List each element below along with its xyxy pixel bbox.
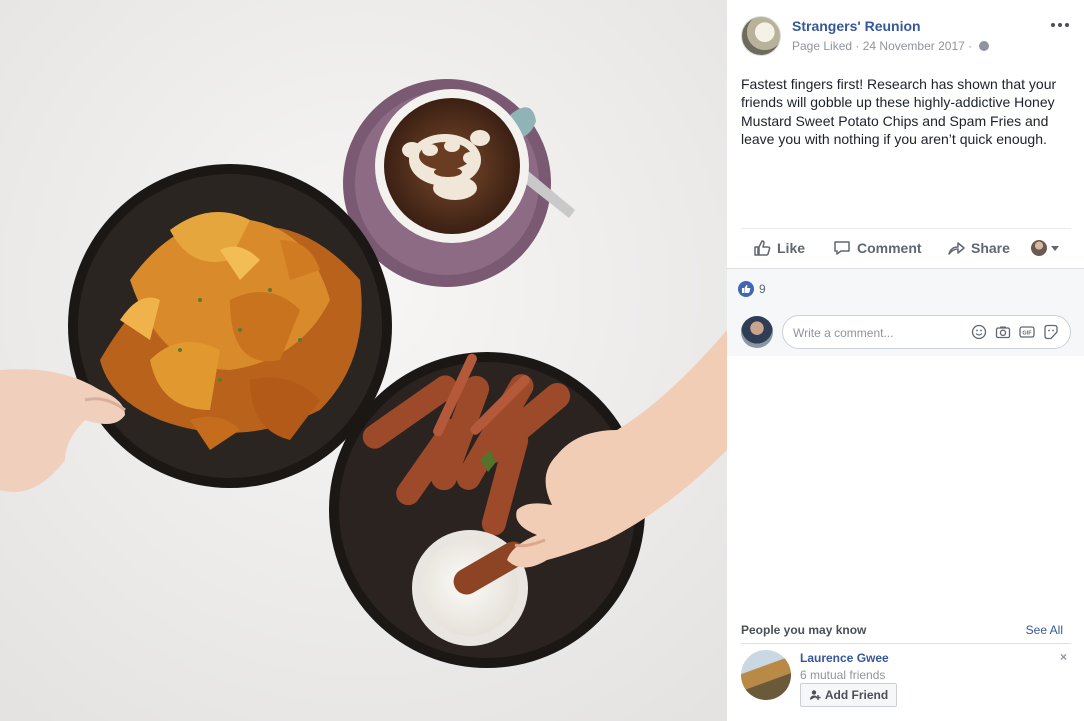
close-icon[interactable]: × bbox=[1060, 650, 1067, 664]
comment-label: Comment bbox=[857, 240, 922, 256]
page-liked-status: Page Liked bbox=[792, 39, 853, 53]
page-name-link[interactable]: Strangers' Reunion bbox=[792, 18, 921, 34]
post-meta: Page Liked · 24 November 2017 · bbox=[792, 39, 989, 53]
like-label: Like bbox=[777, 240, 806, 256]
chevron-down-icon bbox=[1051, 245, 1059, 251]
post-photo[interactable] bbox=[0, 0, 727, 721]
like-button[interactable]: Like bbox=[753, 229, 805, 267]
add-friend-label: Add Friend bbox=[824, 688, 889, 702]
friend-suggestion: Laurence Gwee 6 mutual friends Add Frien… bbox=[741, 650, 1071, 710]
comment-bubble-icon bbox=[834, 241, 850, 255]
comment-box[interactable]: GIF bbox=[782, 315, 1071, 349]
share-label: Share bbox=[971, 240, 1010, 256]
avatar[interactable] bbox=[741, 316, 773, 348]
see-all-link[interactable]: See All bbox=[1026, 623, 1063, 637]
post-header: Strangers' Reunion Page Liked · 24 Novem… bbox=[741, 16, 1071, 58]
page-avatar[interactable] bbox=[741, 16, 781, 56]
camera-icon[interactable] bbox=[995, 324, 1011, 340]
share-button[interactable]: Share bbox=[947, 229, 1010, 267]
post-date[interactable]: 24 November 2017 bbox=[863, 39, 965, 53]
reaction-count: 9 bbox=[759, 282, 766, 296]
post-as-selector[interactable] bbox=[1031, 229, 1059, 267]
svg-text:GIF: GIF bbox=[1022, 331, 1032, 337]
post-sidebar: Strangers' Reunion Page Liked · 24 Novem… bbox=[727, 0, 1084, 721]
thumbs-up-icon bbox=[754, 240, 771, 256]
comment-button[interactable]: Comment bbox=[833, 229, 922, 267]
gif-icon[interactable]: GIF bbox=[1019, 324, 1035, 340]
add-friend-icon bbox=[809, 690, 821, 700]
globe-icon bbox=[978, 41, 989, 51]
friend-name-link[interactable]: Laurence Gwee bbox=[800, 651, 889, 665]
comment-input[interactable] bbox=[793, 325, 963, 341]
emoji-icon[interactable] bbox=[971, 324, 987, 340]
meta-separator: · bbox=[855, 39, 860, 53]
post-actions: Like Comment Share bbox=[741, 228, 1071, 266]
food-photo-image bbox=[0, 0, 727, 721]
user-mini-avatar bbox=[1031, 240, 1047, 256]
share-arrow-icon bbox=[948, 242, 965, 255]
feedback-section: 9 GIF bbox=[727, 268, 1084, 356]
more-dots-icon[interactable] bbox=[1050, 19, 1070, 33]
add-friend-button[interactable]: Add Friend bbox=[800, 683, 897, 707]
pymk-title: People you may know bbox=[741, 623, 867, 637]
people-you-may-know-header: People you may know See All bbox=[741, 620, 1071, 644]
reaction-summary[interactable]: 9 bbox=[738, 281, 766, 297]
sticker-icon[interactable] bbox=[1043, 324, 1059, 340]
like-icon bbox=[738, 281, 754, 297]
mutual-friends-count[interactable]: 6 mutual friends bbox=[800, 668, 885, 682]
meta-separator-2: · bbox=[968, 39, 973, 53]
post-text: Fastest fingers first! Research has show… bbox=[741, 76, 1057, 147]
friend-avatar[interactable] bbox=[741, 650, 791, 700]
comment-composer: GIF bbox=[741, 315, 1071, 349]
